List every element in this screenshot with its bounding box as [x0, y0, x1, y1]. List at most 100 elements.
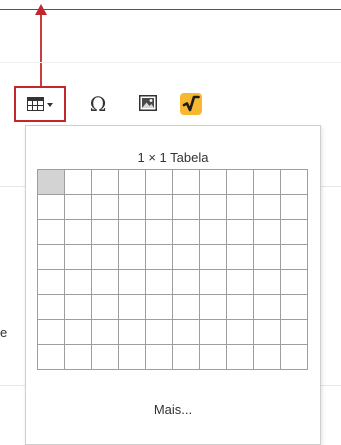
table-grid-cell[interactable]: [117, 218, 146, 245]
table-grid-cell[interactable]: [279, 318, 308, 345]
table-grid-cell[interactable]: [225, 293, 254, 320]
table-grid-cell[interactable]: [144, 318, 173, 345]
background-divider: [320, 385, 341, 386]
table-grid-cell[interactable]: [144, 218, 173, 245]
table-grid-cell[interactable]: [117, 318, 146, 345]
table-grid-cell[interactable]: [252, 243, 281, 270]
editor-toolbar: Ω: [10, 84, 341, 124]
background-divider: [320, 186, 341, 187]
table-size-picker: 1 × 1 Tabela Mais...: [25, 125, 321, 445]
more-options-link[interactable]: Mais...: [26, 402, 320, 418]
table-grid-cell[interactable]: [36, 168, 65, 195]
table-grid-cell[interactable]: [90, 268, 119, 295]
background-divider: [0, 62, 341, 63]
table-grid-cell[interactable]: [279, 218, 308, 245]
table-grid-cell[interactable]: [279, 268, 308, 295]
table-grid-cell[interactable]: [252, 318, 281, 345]
table-grid-cell[interactable]: [36, 243, 65, 270]
table-grid-cell[interactable]: [198, 343, 227, 370]
table-grid-cell[interactable]: [63, 243, 92, 270]
table-grid-cell[interactable]: [117, 168, 146, 195]
background-divider: [0, 385, 25, 386]
table-grid-cell[interactable]: [252, 218, 281, 245]
image-icon: [139, 95, 157, 111]
table-grid-cell[interactable]: [117, 293, 146, 320]
table-grid-cell[interactable]: [90, 343, 119, 370]
table-grid-cell[interactable]: [171, 168, 200, 195]
background-divider: [0, 186, 25, 187]
table-grid-cell[interactable]: [198, 168, 227, 195]
table-grid-cell[interactable]: [144, 293, 173, 320]
table-grid-cell[interactable]: [171, 318, 200, 345]
table-size-grid: [36, 168, 308, 370]
table-grid-cell[interactable]: [171, 343, 200, 370]
table-grid-cell[interactable]: [117, 268, 146, 295]
table-grid-cell[interactable]: [171, 293, 200, 320]
table-grid-cell[interactable]: [144, 268, 173, 295]
callout-arrow: [35, 4, 47, 86]
table-grid-cell[interactable]: [252, 343, 281, 370]
table-grid-cell[interactable]: [36, 318, 65, 345]
table-grid-cell[interactable]: [171, 193, 200, 220]
table-grid-cell[interactable]: [117, 243, 146, 270]
table-grid-cell[interactable]: [117, 343, 146, 370]
table-grid-cell[interactable]: [225, 193, 254, 220]
special-character-button[interactable]: Ω: [86, 90, 110, 118]
table-grid-cell[interactable]: [63, 218, 92, 245]
table-grid-cell[interactable]: [36, 343, 65, 370]
table-grid-cell[interactable]: [36, 268, 65, 295]
table-grid-cell[interactable]: [144, 168, 173, 195]
table-grid-cell[interactable]: [225, 243, 254, 270]
insert-table-button[interactable]: [14, 86, 66, 122]
table-grid-cell[interactable]: [198, 218, 227, 245]
table-grid-cell[interactable]: [198, 243, 227, 270]
table-grid-cell[interactable]: [36, 193, 65, 220]
table-grid-cell[interactable]: [36, 218, 65, 245]
table-grid-cell[interactable]: [225, 268, 254, 295]
table-grid-cell[interactable]: [63, 193, 92, 220]
table-grid-cell[interactable]: [198, 318, 227, 345]
table-grid-cell[interactable]: [225, 318, 254, 345]
background-partial-text: e: [0, 325, 8, 340]
table-grid-cell[interactable]: [144, 343, 173, 370]
table-grid-cell[interactable]: [63, 318, 92, 345]
table-size-label: 1 × 1 Tabela: [137, 150, 209, 165]
table-grid-cell[interactable]: [279, 243, 308, 270]
table-grid-cell[interactable]: [63, 268, 92, 295]
table-grid-cell[interactable]: [144, 243, 173, 270]
table-grid-cell[interactable]: [252, 193, 281, 220]
table-grid-cell[interactable]: [90, 193, 119, 220]
table-grid-cell[interactable]: [63, 168, 92, 195]
table-grid-cell[interactable]: [279, 168, 308, 195]
table-grid-cell[interactable]: [171, 218, 200, 245]
table-grid-cell[interactable]: [279, 293, 308, 320]
table-grid-cell[interactable]: [171, 268, 200, 295]
table-grid-cell[interactable]: [63, 293, 92, 320]
table-grid-cell[interactable]: [171, 243, 200, 270]
table-grid-cell[interactable]: [198, 293, 227, 320]
table-grid-cell[interactable]: [63, 343, 92, 370]
table-grid-cell[interactable]: [252, 293, 281, 320]
table-grid-cell[interactable]: [36, 293, 65, 320]
table-grid-cell[interactable]: [90, 293, 119, 320]
table-grid-cell[interactable]: [198, 268, 227, 295]
table-grid-cell[interactable]: [117, 193, 146, 220]
table-grid-cell[interactable]: [225, 343, 254, 370]
omega-icon: Ω: [89, 92, 107, 116]
table-grid-cell[interactable]: [279, 193, 308, 220]
table-grid-cell[interactable]: [90, 243, 119, 270]
table-grid-cell[interactable]: [252, 268, 281, 295]
table-grid-cell[interactable]: [279, 343, 308, 370]
table-grid-cell[interactable]: [90, 218, 119, 245]
table-grid-cell[interactable]: [144, 193, 173, 220]
insert-image-button[interactable]: [137, 92, 159, 114]
table-grid-cell[interactable]: [225, 168, 254, 195]
math-formula-icon: [180, 93, 202, 115]
table-grid-cell[interactable]: [252, 168, 281, 195]
chevron-down-icon: [47, 103, 53, 107]
table-grid-cell[interactable]: [90, 168, 119, 195]
table-grid-cell[interactable]: [225, 218, 254, 245]
table-grid-cell[interactable]: [90, 318, 119, 345]
insert-formula-button[interactable]: [178, 91, 204, 117]
table-grid-cell[interactable]: [198, 193, 227, 220]
